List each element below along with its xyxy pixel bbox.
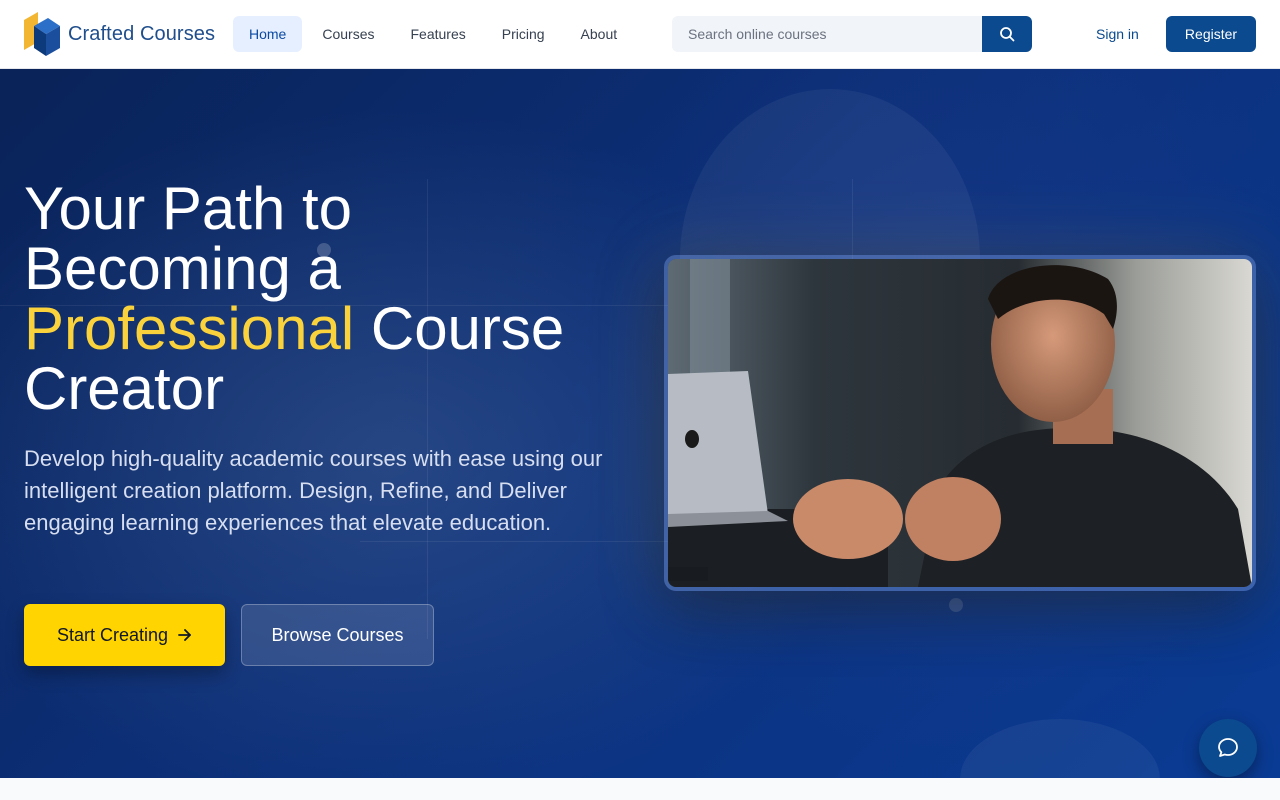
hero-title-line: Course: [354, 295, 565, 362]
nav-item-home[interactable]: Home: [233, 16, 303, 52]
hero-title-line: Your Path to: [24, 175, 353, 242]
instructor-photo: [668, 259, 1252, 587]
chat-bubble-icon: [1218, 738, 1238, 757]
register-button[interactable]: Register: [1166, 16, 1256, 52]
site-header: Crafted Courses Home Courses Features Pr…: [0, 0, 1280, 69]
hero-title-line: Creator: [24, 355, 225, 422]
chat-button[interactable]: [1199, 719, 1257, 777]
nav-item-pricing[interactable]: Pricing: [486, 16, 561, 52]
arrow-right-icon: [178, 629, 191, 641]
hero-video-card[interactable]: [664, 255, 1256, 591]
hero-title-line: Becoming a: [24, 235, 341, 302]
hero-grid-line: [360, 541, 680, 542]
main-nav: Home Courses Features Pricing About: [233, 16, 637, 52]
hero-subtitle: Develop high-quality academic courses wi…: [24, 446, 603, 535]
search-button[interactable]: [982, 16, 1032, 52]
page-bottom-strip: [0, 778, 1280, 800]
nav-item-features[interactable]: Features: [395, 16, 482, 52]
brand-logo[interactable]: Crafted Courses: [24, 12, 215, 56]
search-input[interactable]: [672, 16, 982, 52]
hero-title-highlight: Professional: [24, 295, 355, 362]
start-creating-button[interactable]: Start Creating: [24, 604, 225, 666]
hero-bg-dot: [949, 598, 963, 612]
browse-courses-button[interactable]: Browse Courses: [241, 604, 434, 666]
logo-icon: [24, 12, 60, 56]
start-creating-label: Start Creating: [56, 624, 169, 645]
nav-item-courses[interactable]: Courses: [306, 16, 390, 52]
search-bar: [672, 16, 1032, 52]
sign-in-link[interactable]: Sign in: [1084, 16, 1151, 52]
hero-section: Your Path to Becoming a Professional Cou…: [0, 69, 1280, 778]
brand-name: Crafted Courses: [68, 22, 216, 45]
search-icon: [1000, 27, 1015, 42]
hero-bg-shape: [960, 719, 1160, 778]
nav-item-about[interactable]: About: [565, 16, 634, 52]
hero-title: Your Path to Becoming a Professional Cou…: [24, 179, 644, 419]
